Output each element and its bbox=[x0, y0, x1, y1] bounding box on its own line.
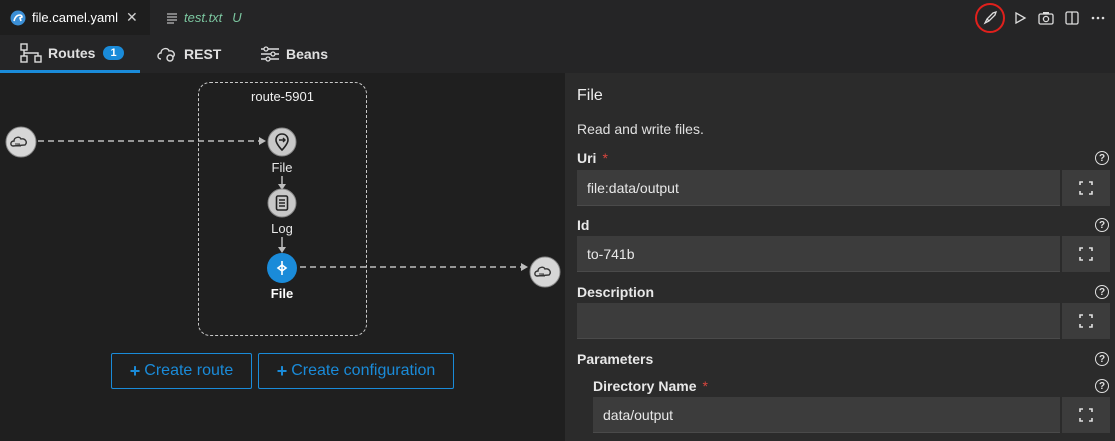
file-icon[interactable] bbox=[266, 252, 298, 284]
create-route-label: Create route bbox=[144, 362, 234, 379]
editor-actions bbox=[975, 0, 1115, 35]
description-label: Description bbox=[577, 284, 655, 300]
plus-icon: + bbox=[129, 360, 141, 381]
nav-tab-routes[interactable]: Routes 1 bbox=[0, 35, 140, 73]
routes-count-badge: 1 bbox=[103, 45, 124, 60]
expand-icon[interactable] bbox=[1060, 303, 1110, 339]
file-icon[interactable] bbox=[267, 127, 297, 157]
help-icon[interactable]: ? bbox=[1095, 379, 1109, 393]
log-icon[interactable] bbox=[267, 188, 297, 218]
run-icon[interactable] bbox=[1007, 5, 1033, 31]
more-icon[interactable] bbox=[1085, 5, 1111, 31]
nav-routes-label: Routes bbox=[48, 44, 96, 61]
nav-tab-beans[interactable]: Beans bbox=[260, 35, 328, 73]
route-canvas[interactable]: route-5901 File Log File + Create route … bbox=[0, 73, 565, 441]
routes-icon bbox=[20, 42, 42, 63]
camera-icon[interactable] bbox=[1033, 5, 1059, 31]
modified-status: U bbox=[232, 10, 242, 25]
create-route-button[interactable]: + Create route bbox=[111, 353, 252, 389]
expand-icon[interactable] bbox=[1060, 397, 1110, 433]
create-configuration-label: Create configuration bbox=[291, 362, 436, 379]
camel-icon bbox=[10, 10, 26, 26]
uri-label: Uri * bbox=[577, 150, 608, 166]
cloud-icon[interactable] bbox=[529, 256, 561, 288]
help-icon[interactable]: ? bbox=[1095, 352, 1109, 366]
directory-name-label: Directory Name * bbox=[593, 378, 708, 394]
plus-icon: + bbox=[276, 360, 288, 381]
panel-title: File bbox=[577, 87, 603, 104]
help-icon[interactable]: ? bbox=[1095, 218, 1109, 232]
id-label: Id bbox=[577, 217, 590, 233]
route-title: route-5901 bbox=[251, 89, 314, 104]
tab-file-camel-yaml[interactable]: file.camel.yaml ✕ bbox=[0, 0, 150, 35]
node-label-file-to: File bbox=[270, 286, 294, 301]
directory-name-field[interactable]: data/output bbox=[593, 397, 1060, 433]
uri-field[interactable]: file:data/output bbox=[577, 170, 1060, 206]
required-marker: * bbox=[602, 150, 608, 166]
create-configuration-button[interactable]: + Create configuration bbox=[258, 353, 454, 389]
help-icon[interactable]: ? bbox=[1095, 285, 1109, 299]
tab-label: file.camel.yaml bbox=[32, 10, 118, 25]
node-label-file-from: File bbox=[271, 160, 293, 175]
editor-tab-bar: file.camel.yaml ✕ test.txt U bbox=[0, 0, 1115, 35]
tab-label: test.txt bbox=[184, 10, 223, 25]
required-marker: * bbox=[702, 378, 708, 394]
description-field[interactable] bbox=[577, 303, 1060, 339]
beans-icon bbox=[261, 46, 279, 62]
tab-test-txt[interactable]: test.txt U bbox=[150, 0, 260, 35]
parameters-heading: Parameters bbox=[577, 351, 654, 367]
nav-tab-rest[interactable]: REST bbox=[156, 35, 221, 73]
rocket-icon[interactable] bbox=[975, 2, 1005, 33]
cloud-icon[interactable] bbox=[5, 126, 37, 158]
nav-rest-label: REST bbox=[184, 46, 222, 62]
panel-description: Read and write files. bbox=[577, 121, 704, 137]
rest-icon bbox=[157, 47, 175, 62]
node-label-log: Log bbox=[271, 221, 293, 236]
file-lines-icon bbox=[166, 12, 178, 24]
kaoto-nav-bar: Routes 1 REST Beans bbox=[0, 35, 1115, 73]
split-editor-icon[interactable] bbox=[1059, 5, 1085, 31]
expand-icon[interactable] bbox=[1060, 236, 1110, 272]
id-field[interactable]: to-741b bbox=[577, 236, 1060, 272]
properties-panel: File Read and write files. Uri * ? file:d… bbox=[565, 73, 1115, 441]
expand-icon[interactable] bbox=[1060, 170, 1110, 206]
close-icon[interactable]: ✕ bbox=[126, 9, 138, 26]
help-icon[interactable]: ? bbox=[1095, 151, 1109, 165]
nav-beans-label: Beans bbox=[286, 46, 329, 62]
